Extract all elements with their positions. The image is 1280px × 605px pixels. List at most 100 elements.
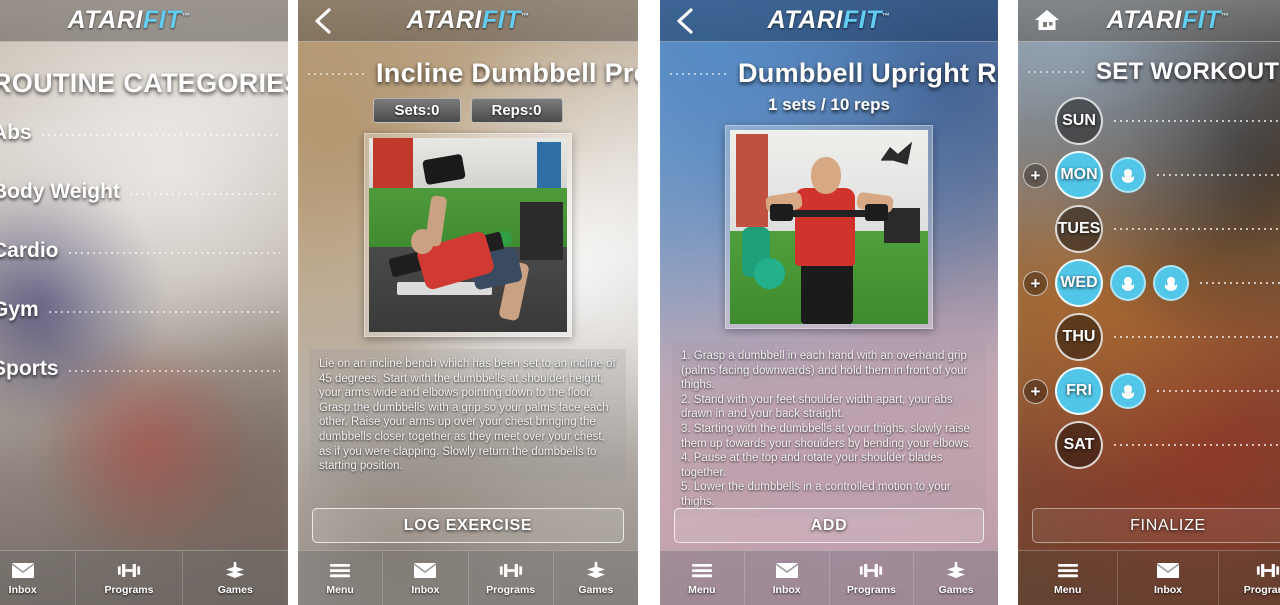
nav-item-inbox[interactable]: Inbox (1118, 551, 1219, 605)
screenshot-stage: ATARIFIT™ ROUTINE CATEGORIES Abs Body We… (0, 0, 1280, 605)
nav-item-menu[interactable]: Menu (298, 551, 384, 605)
home-icon[interactable] (1034, 8, 1060, 34)
add-workout-button-wed[interactable]: + (1023, 270, 1048, 296)
logo-atari-text: ATARI (767, 6, 843, 34)
panel-set-workout-days: ATARIFIT™ SET WORKOUT DAYS + SUN + MON (1018, 0, 1280, 605)
nav-item-label: Programs (846, 583, 896, 596)
description-text: Lie on an incline bench which has been s… (319, 358, 616, 473)
day-row-sat: + SAT (1018, 418, 1280, 472)
day-toggle-fri[interactable]: FRI (1055, 367, 1103, 415)
joystick-icon (584, 561, 608, 580)
nav-item-label: Inbox (8, 583, 37, 596)
envelope-icon (1156, 561, 1180, 580)
dotted-separator (1114, 444, 1280, 446)
top-brand-bar: ATARIFIT™ (1018, 0, 1280, 42)
exercise-photo-frame (364, 133, 572, 337)
category-item-gym[interactable]: Gym (0, 280, 288, 339)
dotted-separator (1114, 120, 1280, 122)
nav-item-games[interactable]: Games (554, 551, 638, 605)
dotted-separator (48, 310, 280, 313)
dotted-separator-left (1028, 71, 1088, 73)
sets-reps-summary: 1 sets / 10 reps (768, 95, 890, 114)
logo-trademark: ™ (1220, 11, 1230, 21)
nav-item-label: Inbox (411, 583, 440, 596)
nav-item-inbox[interactable]: Inbox (383, 551, 469, 605)
nav-item-label: Games (938, 583, 974, 596)
envelope-icon (11, 561, 35, 580)
hamburger-icon (1056, 561, 1080, 580)
workout-badge-icon[interactable] (1110, 373, 1146, 409)
nav-item-inbox[interactable]: Inbox (0, 551, 77, 605)
dotted-separator (68, 369, 280, 372)
category-item-sports[interactable]: Sports (0, 339, 288, 398)
nav-item-games[interactable]: Games (914, 551, 998, 605)
finalize-button[interactable]: FINALIZE (1032, 508, 1280, 543)
back-chevron-icon[interactable] (312, 7, 334, 34)
exercise-description: Lie on an incline bench which has been s… (310, 349, 626, 482)
category-label: Abs (0, 120, 32, 144)
panel-gap (998, 0, 1018, 605)
nav-item-games[interactable]: Games (183, 551, 288, 605)
nav-item-label: Inbox (1153, 583, 1182, 596)
joystick-icon (223, 561, 247, 580)
reps-badge[interactable]: Reps:0 (470, 98, 563, 123)
top-brand-bar: ATARIFIT™ (298, 0, 638, 42)
panel-gap (638, 0, 660, 605)
page-title-wrap: ROUTINE CATEGORIES (0, 42, 288, 103)
bottom-navigation-bar: Menu Inbox Programs (660, 550, 998, 605)
envelope-icon (413, 561, 437, 580)
logo-fit-text: FIT (1181, 6, 1221, 34)
nav-item-label: Programs (486, 583, 536, 596)
hamburger-icon (328, 561, 352, 580)
category-label: Gym (0, 297, 39, 321)
page-title-strip: Dumbbell Upright Row (660, 42, 998, 91)
dotted-separator-left (308, 72, 368, 75)
exercise-title: Incline Dumbbell Press (376, 58, 638, 88)
nav-item-programs[interactable]: Programs (1219, 551, 1280, 605)
dumbbell-icon (859, 561, 883, 580)
workout-badge-icon[interactable] (1110, 265, 1146, 301)
dotted-separator (129, 192, 280, 195)
sets-badge[interactable]: Sets:0 (373, 98, 461, 123)
day-toggle-mon[interactable]: MON (1055, 151, 1103, 199)
add-workout-button-fri[interactable]: + (1023, 378, 1048, 404)
day-toggle-tues[interactable]: TUES (1055, 205, 1103, 253)
log-exercise-button[interactable]: LOG EXERCISE (312, 508, 624, 543)
joystick-icon (944, 561, 968, 580)
dotted-separator (1157, 174, 1280, 176)
add-button[interactable]: ADD (674, 508, 984, 543)
nav-item-label: Programs (104, 583, 154, 596)
day-toggle-sat[interactable]: SAT (1055, 421, 1103, 469)
envelope-icon (775, 561, 799, 580)
nav-item-menu[interactable]: Menu (660, 551, 745, 605)
add-workout-button-mon[interactable]: + (1023, 162, 1048, 188)
dotted-separator (1157, 390, 1280, 392)
nav-item-menu[interactable]: Menu (1018, 551, 1119, 605)
category-item-cardio[interactable]: Cardio (0, 221, 288, 280)
panel-dumbbell-upright-row: ATARIFIT™ Dumbbell Upright Row 1 sets / … (660, 0, 998, 605)
nav-item-label: Games (217, 583, 253, 596)
dumbbell-icon (117, 561, 141, 580)
nav-item-inbox[interactable]: Inbox (745, 551, 830, 605)
logo-fit-text: FIT (481, 6, 521, 34)
day-row-sun: + SUN (1018, 94, 1280, 148)
nav-item-programs[interactable]: Programs (830, 551, 915, 605)
exercise-title: Dumbbell Upright Row (738, 58, 998, 88)
nav-item-programs[interactable]: Programs (469, 551, 554, 605)
day-toggle-wed[interactable]: WED (1055, 259, 1103, 307)
logo-trademark: ™ (520, 11, 530, 21)
day-toggle-sun[interactable]: SUN (1055, 97, 1103, 145)
page-title: ROUTINE CATEGORIES (0, 68, 288, 98)
category-item-body-weight[interactable]: Body Weight (0, 162, 288, 221)
panel-routine-categories: ATARIFIT™ ROUTINE CATEGORIES Abs Body We… (0, 0, 288, 605)
logo-fit-text: FIT (842, 6, 882, 34)
category-item-abs[interactable]: Abs (0, 103, 288, 162)
back-chevron-icon[interactable] (674, 7, 696, 34)
day-toggle-thu[interactable]: THU (1055, 313, 1103, 361)
nav-item-programs[interactable]: Programs (76, 551, 183, 605)
bottom-navigation-bar: Inbox Programs Games (0, 550, 288, 605)
day-row-tues: + TUES (1018, 202, 1280, 256)
workout-badge-icon[interactable] (1153, 265, 1189, 301)
nav-item-label: Menu (688, 583, 716, 596)
workout-badge-icon[interactable] (1110, 157, 1146, 193)
